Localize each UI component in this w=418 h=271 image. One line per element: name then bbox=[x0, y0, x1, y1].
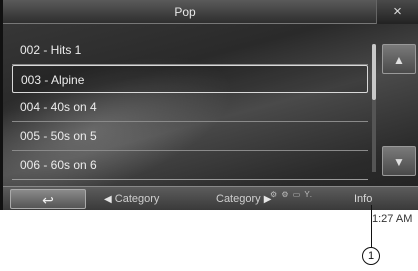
list-item[interactable]: 002 - Hits 1 bbox=[12, 36, 368, 65]
page-title: Pop bbox=[174, 5, 196, 19]
clock: 1:27 AM bbox=[372, 213, 413, 225]
list-item[interactable]: 004 - 40s on 4 bbox=[12, 93, 368, 122]
skip-to-bottom-icon: ▼ bbox=[393, 155, 405, 169]
list-item-label: 003 - Alpine bbox=[21, 73, 85, 87]
scrollbar-thumb[interactable] bbox=[372, 44, 376, 100]
title-bar: Pop × bbox=[0, 0, 418, 24]
scroll-to-bottom-button[interactable]: ▼ bbox=[382, 146, 416, 176]
close-icon: × bbox=[393, 3, 402, 20]
list-item-selected[interactable]: 003 - Alpine bbox=[12, 65, 368, 93]
category-next-button[interactable]: Category ▶ bbox=[216, 187, 271, 210]
info-label: Info bbox=[354, 193, 373, 205]
screen: Pop × 002 - Hits 1 003 - Alpine 004 - 40… bbox=[0, 0, 418, 210]
scroll-to-top-button[interactable]: ▲ bbox=[382, 44, 416, 74]
bottom-bar: ↩ ◀ Category Category ▶ Info bbox=[0, 186, 418, 210]
arrow-left-icon: ◀ bbox=[104, 194, 112, 205]
category-prev-button[interactable]: ◀ Category bbox=[104, 187, 159, 210]
close-button[interactable]: × bbox=[376, 0, 418, 24]
list-item-label: 005 - 50s on 5 bbox=[20, 129, 97, 143]
callout-marker: 1 bbox=[362, 247, 380, 265]
status-icons: ⚙ ⚙ ▭ Y. bbox=[270, 190, 313, 199]
skip-to-top-icon: ▲ bbox=[393, 53, 405, 67]
category-next-label: Category bbox=[216, 193, 261, 205]
info-button[interactable]: Info bbox=[354, 187, 372, 210]
callout-leader-line bbox=[371, 205, 372, 247]
back-button[interactable]: ↩ bbox=[10, 189, 86, 209]
list-item-label: 004 - 40s on 4 bbox=[20, 100, 97, 114]
channel-list: 002 - Hits 1 003 - Alpine 004 - 40s on 4… bbox=[12, 36, 368, 180]
list-item-label: 006 - 60s on 6 bbox=[20, 158, 97, 172]
category-prev-label: Category bbox=[114, 193, 160, 205]
list-item[interactable]: 005 - 50s on 5 bbox=[12, 122, 368, 151]
back-icon: ↩ bbox=[42, 192, 54, 208]
list-item[interactable]: 006 - 60s on 6 bbox=[12, 151, 368, 180]
list-item-label: 002 - Hits 1 bbox=[20, 43, 82, 57]
